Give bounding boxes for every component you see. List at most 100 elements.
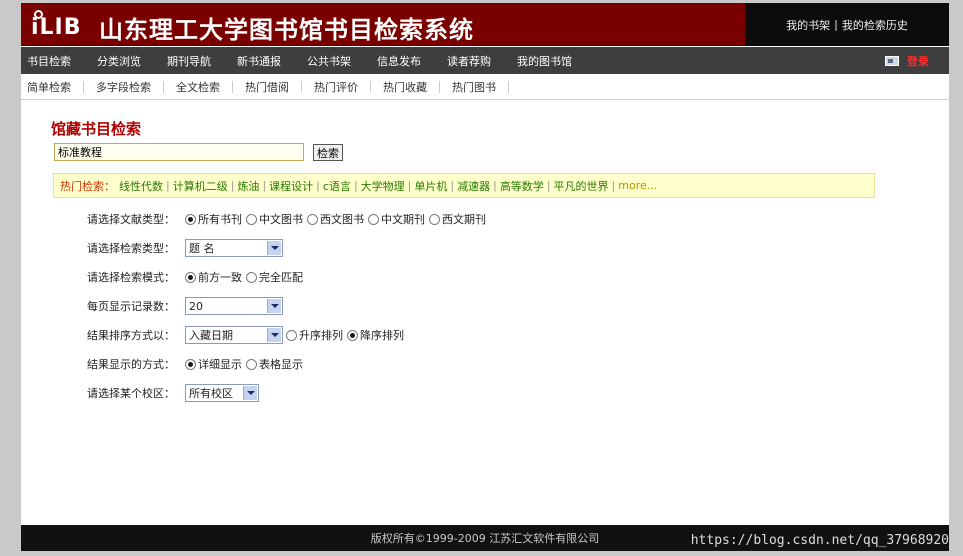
nav-item-journal-nav[interactable]: 期刊导航 <box>167 53 224 69</box>
campus-select[interactable]: 所有校区 <box>185 384 259 402</box>
hot-more-link[interactable]: more... <box>618 179 657 192</box>
sort-order-option[interactable]: 降序排列 <box>347 327 404 343</box>
option-label: 西文图书 <box>320 213 364 226</box>
search-history-link[interactable]: 我的检索历史 <box>842 17 908 33</box>
hot-search-link[interactable]: 计算机二级 <box>173 178 228 194</box>
search-panel: 馆藏书目检索 检索 热门检索： 线性代数 | 计算机二级 | 炼油 | 课程设计… <box>21 101 949 523</box>
nav-item-info-release[interactable]: 信息发布 <box>377 53 434 69</box>
divider <box>439 80 440 93</box>
site-title: 山东理工大学图书馆书目检索系统 <box>99 16 474 44</box>
option-label: 中文图书 <box>259 213 303 226</box>
nav-item-my-library[interactable]: 我的图书馆 <box>517 53 585 69</box>
chevron-down-icon[interactable] <box>267 328 281 342</box>
main-nav: 书目检索 分类浏览 期刊导航 新书通报 公共书架 信息发布 读者荐购 我的图书馆… <box>21 47 949 74</box>
divider <box>83 80 84 93</box>
tab-hot-review[interactable]: 热门评价 <box>314 79 358 95</box>
doc-type-row: 请选择文献类型： 所有书刊 中文图书 西文图书 中文期刊 西文期刊 <box>87 209 490 229</box>
sort-row: 结果排序方式以： 入藏日期 升序排列 降序排列 <box>87 325 408 345</box>
display-mode-option[interactable]: 表格显示 <box>246 356 303 372</box>
doc-type-label: 请选择文献类型： <box>87 213 175 226</box>
hot-search-link[interactable]: 线性代数 <box>119 178 163 194</box>
tab-full-text-search[interactable]: 全文检索 <box>176 79 220 95</box>
radio-button[interactable] <box>246 213 257 225</box>
radio-button[interactable] <box>347 329 358 341</box>
search-type-select[interactable]: 题 名 <box>185 239 283 257</box>
divider <box>370 80 371 93</box>
hot-separator: | <box>611 179 616 192</box>
option-label: 前方一致 <box>198 271 242 284</box>
tab-hot-books[interactable]: 热门图书 <box>452 79 496 95</box>
radio-button[interactable] <box>246 271 257 283</box>
campus-label: 请选择某个校区： <box>87 387 175 400</box>
select-value: 20 <box>189 299 203 313</box>
hot-search-bar: 热门检索： 线性代数 | 计算机二级 | 炼油 | 课程设计 | c语言 | 大… <box>53 173 875 198</box>
option-label: 表格显示 <box>259 358 303 371</box>
radio-button[interactable] <box>185 271 196 283</box>
hot-search-link[interactable]: 高等数学 <box>500 178 544 194</box>
search-mode-option[interactable]: 完全匹配 <box>246 269 303 285</box>
chevron-down-icon[interactable] <box>267 299 281 313</box>
nav-item-category-browse[interactable]: 分类浏览 <box>97 53 154 69</box>
page-size-row: 每页显示记录数： 20 <box>87 296 283 316</box>
sort-field-select[interactable]: 入藏日期 <box>185 326 283 344</box>
hot-separator: | <box>262 179 267 192</box>
hot-search-link[interactable]: 单片机 <box>414 178 447 194</box>
search-input[interactable] <box>54 143 304 161</box>
radio-button[interactable] <box>307 213 318 225</box>
campus-row: 请选择某个校区： 所有校区 <box>87 383 259 403</box>
radio-button[interactable] <box>246 358 257 370</box>
tab-simple-search[interactable]: 简单检索 <box>27 79 71 95</box>
nav-item-catalog-search[interactable]: 书目检索 <box>27 53 84 69</box>
sub-nav: 简单检索 多字段检索 全文检索 热门借阅 热门评价 热门收藏 热门图书 <box>21 74 949 100</box>
display-mode-option[interactable]: 详细显示 <box>185 356 242 372</box>
option-label: 西文期刊 <box>442 213 486 226</box>
hot-separator: | <box>316 179 320 192</box>
sort-order-option[interactable]: 升序排列 <box>286 327 343 343</box>
search-button[interactable]: 检索 <box>313 144 343 161</box>
radio-button[interactable] <box>286 329 297 341</box>
sort-label: 结果排序方式以： <box>87 329 175 342</box>
nav-item-public-shelf[interactable]: 公共书架 <box>307 53 364 69</box>
doc-type-option[interactable]: 中文期刊 <box>368 211 425 227</box>
chevron-down-icon[interactable] <box>243 386 257 400</box>
copyright-text: 版权所有©1999-2009 江苏汇文软件有限公司 <box>370 532 600 545</box>
login-label[interactable]: 登录 <box>907 53 929 69</box>
display-mode-row: 结果显示的方式： 详细显示 表格显示 <box>87 354 307 374</box>
chevron-down-icon[interactable] <box>267 241 281 255</box>
hot-search-link[interactable]: 课程设计 <box>269 178 313 194</box>
search-mode-row: 请选择检索模式： 前方一致 完全匹配 <box>87 267 307 287</box>
hot-search-link[interactable]: 平凡的世界 <box>554 178 609 194</box>
hot-separator: | <box>230 179 235 192</box>
watermark: https://blog.csdn.net/qq_37968920 <box>690 533 949 548</box>
hot-search-link[interactable]: 减速器 <box>457 178 490 194</box>
radio-button[interactable] <box>185 358 196 370</box>
my-shelf-link[interactable]: 我的书架 <box>786 17 830 33</box>
hot-separator: | <box>353 179 358 192</box>
radio-button[interactable] <box>368 213 379 225</box>
nav-item-new-books[interactable]: 新书通报 <box>237 53 294 69</box>
radio-button[interactable] <box>429 213 440 225</box>
radio-button[interactable] <box>185 213 196 225</box>
option-label: 降序排列 <box>360 329 404 342</box>
option-label: 完全匹配 <box>259 271 303 284</box>
login-link[interactable]: 登录 <box>885 53 929 69</box>
search-mode-label: 请选择检索模式： <box>87 271 175 284</box>
hot-search-link[interactable]: 炼油 <box>237 178 259 194</box>
search-mode-option[interactable]: 前方一致 <box>185 269 242 285</box>
doc-type-option[interactable]: 中文图书 <box>246 211 303 227</box>
hot-search-label: 热门检索： <box>60 179 115 193</box>
id-card-icon <box>885 56 899 66</box>
nav-item-reader-recommend[interactable]: 读者荐购 <box>447 53 504 69</box>
doc-type-option[interactable]: 西文图书 <box>307 211 364 227</box>
search-type-label: 请选择检索类型： <box>87 242 175 255</box>
hot-search-link[interactable]: 大学物理 <box>361 178 405 194</box>
hot-search-link[interactable]: c语言 <box>323 178 351 194</box>
page-size-select[interactable]: 20 <box>185 297 283 315</box>
doc-type-option[interactable]: 西文期刊 <box>429 211 486 227</box>
divider <box>232 80 233 93</box>
hot-separator: | <box>546 179 551 192</box>
tab-hot-borrow[interactable]: 热门借阅 <box>245 79 289 95</box>
tab-hot-collect[interactable]: 热门收藏 <box>383 79 427 95</box>
tab-multi-field-search[interactable]: 多字段检索 <box>96 79 151 95</box>
doc-type-option[interactable]: 所有书刊 <box>185 211 242 227</box>
